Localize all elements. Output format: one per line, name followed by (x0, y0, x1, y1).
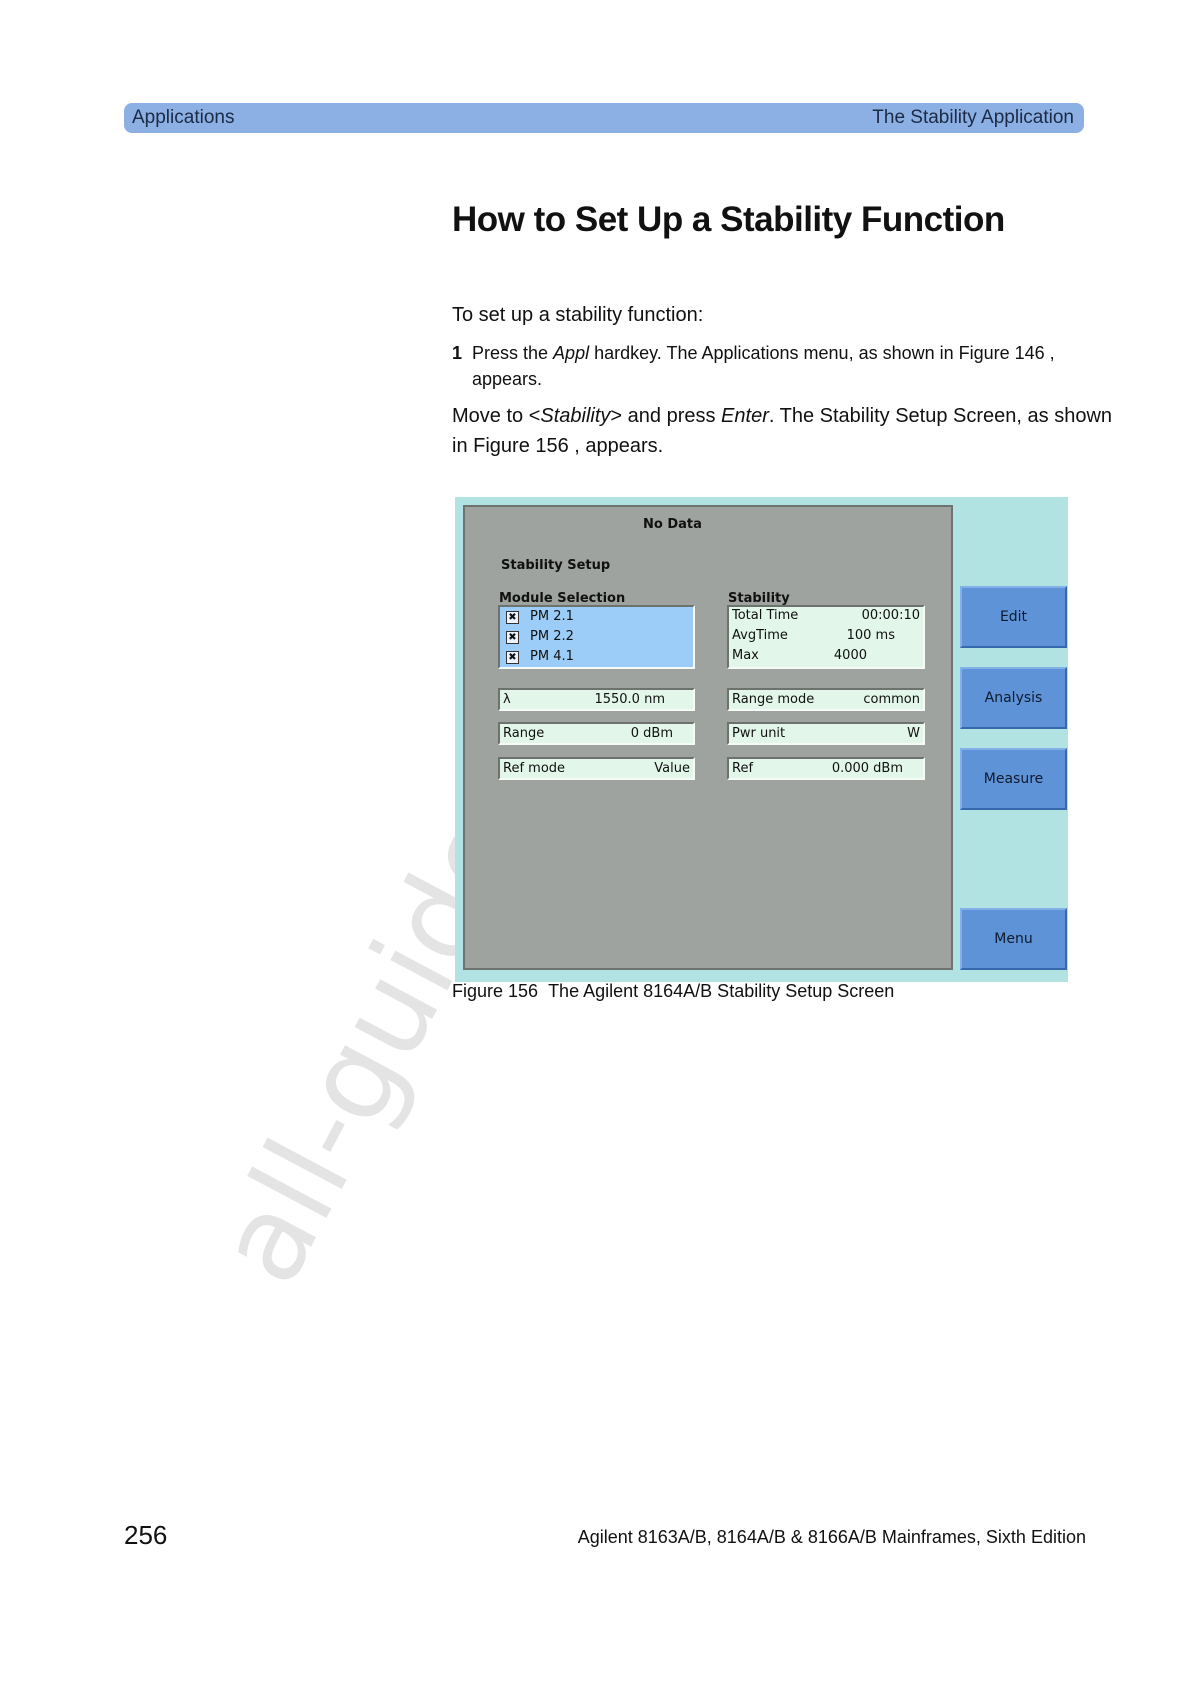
range-key: Range (503, 726, 545, 741)
stability-setup-figure: No Data Stability Setup Module Selection… (455, 497, 1068, 982)
move-line-2: in Figure 156 , appears. (452, 435, 664, 457)
ref-mode-key: Ref mode (503, 761, 566, 776)
range-value: 0 dBm (630, 726, 673, 741)
intro-paragraph: To set up a stability function: (452, 304, 704, 326)
page-heading: How to Set Up a Stability Function (452, 200, 1005, 239)
instrument-screen: No Data Stability Setup Module Selection… (463, 505, 953, 970)
analysis-softkey[interactable]: Analysis (960, 667, 1067, 729)
step-line-2: appears. (472, 369, 543, 389)
module-selection-label: Module Selection (499, 591, 626, 606)
edit-softkey[interactable]: Edit (960, 586, 1067, 648)
header-chapter: The Stability Application (872, 107, 1074, 128)
page-number: 256 (124, 1520, 168, 1550)
menu-softkey[interactable]: Menu (960, 908, 1067, 970)
pwr-unit-field[interactable]: Pwr unit W (727, 722, 925, 745)
caption-label: Figure 156 (452, 981, 539, 1001)
move-to-text: Move to < (452, 405, 541, 427)
range-mode-key: Range mode (732, 692, 815, 707)
module-item[interactable]: ✖ PM 4.1 (504, 648, 684, 667)
ref-field[interactable]: Ref 0.000 dBm (727, 757, 925, 780)
ref-mode-field[interactable]: Ref mode Value (498, 757, 695, 780)
checkbox-icon[interactable]: ✖ (506, 611, 519, 624)
module-selection-list[interactable]: ✖ PM 2.1 ✖ PM 2.2 ✖ PM 4.1 (498, 605, 695, 669)
stability-params[interactable]: Total Time 00:00:10 AvgTime 100 ms Max 4… (727, 605, 925, 669)
step-text: Press the Appl hardkey. The Applications… (472, 340, 1072, 392)
checkbox-icon[interactable]: ✖ (506, 631, 519, 644)
ref-value: 0.000 dBm (831, 761, 903, 776)
move-paragraph: Move to <Stability> and press Enter. The… (452, 401, 1112, 461)
total-time-value: 00:00:10 (861, 608, 920, 623)
header-section: Applications (132, 107, 235, 128)
module-label: PM 2.2 (530, 629, 574, 644)
move-line-1: Move to <Stability> and press Enter. The… (452, 401, 1112, 431)
avgtime-key: AvgTime (732, 628, 788, 643)
module-label: PM 4.1 (530, 649, 574, 664)
move-line-1-rest: . The Stability Setup Screen, as shown (768, 405, 1113, 427)
enter-key: Enter (721, 405, 769, 427)
wavelength-key: λ (503, 692, 511, 707)
range-mode-field[interactable]: Range mode common (727, 688, 925, 711)
step-line-1: Press the Appl hardkey. The Applications… (472, 340, 1072, 366)
screen-title: Stability Setup (501, 558, 611, 573)
ref-key: Ref (732, 761, 754, 776)
and-press-text: > and press (610, 405, 722, 427)
module-item[interactable]: ✖ PM 2.1 (504, 608, 684, 627)
total-time-key: Total Time (732, 608, 799, 623)
stability-label: Stability (728, 591, 790, 606)
step-line-1-rest: hardkey. The Applications menu, as shown… (589, 343, 1055, 363)
max-key: Max (732, 648, 759, 663)
ref-mode-value: Value (654, 761, 690, 776)
wavelength-field[interactable]: λ 1550.0 nm (498, 688, 695, 711)
module-item[interactable]: ✖ PM 2.2 (504, 628, 684, 647)
range-field[interactable]: Range 0 dBm (498, 722, 695, 745)
footer-doc-title: Agilent 8163A/B, 8164A/B & 8166A/B Mainf… (577, 1527, 1086, 1547)
stability-term: Stability (540, 405, 611, 427)
step-press-text: Press the (472, 343, 554, 363)
avgtime-value: 100 ms (846, 628, 895, 643)
pwr-unit-value: W (907, 726, 920, 741)
max-value: 4000 (833, 648, 867, 663)
module-label: PM 2.1 (530, 609, 574, 624)
status-text: No Data (643, 517, 702, 532)
pwr-unit-key: Pwr unit (732, 726, 786, 741)
running-header: Applications The Stability Application (124, 103, 1084, 133)
caption-title: The Agilent 8164A/B Stability Setup Scre… (548, 981, 895, 1001)
figure-caption: Figure 156 The Agilent 8164A/B Stability … (452, 981, 894, 1002)
step-number: 1 (452, 343, 463, 363)
wavelength-value: 1550.0 nm (594, 692, 665, 707)
measure-softkey[interactable]: Measure (960, 748, 1067, 810)
checkbox-icon[interactable]: ✖ (506, 651, 519, 664)
hardkey-name: Appl (553, 343, 590, 363)
range-mode-value: common (863, 692, 920, 707)
